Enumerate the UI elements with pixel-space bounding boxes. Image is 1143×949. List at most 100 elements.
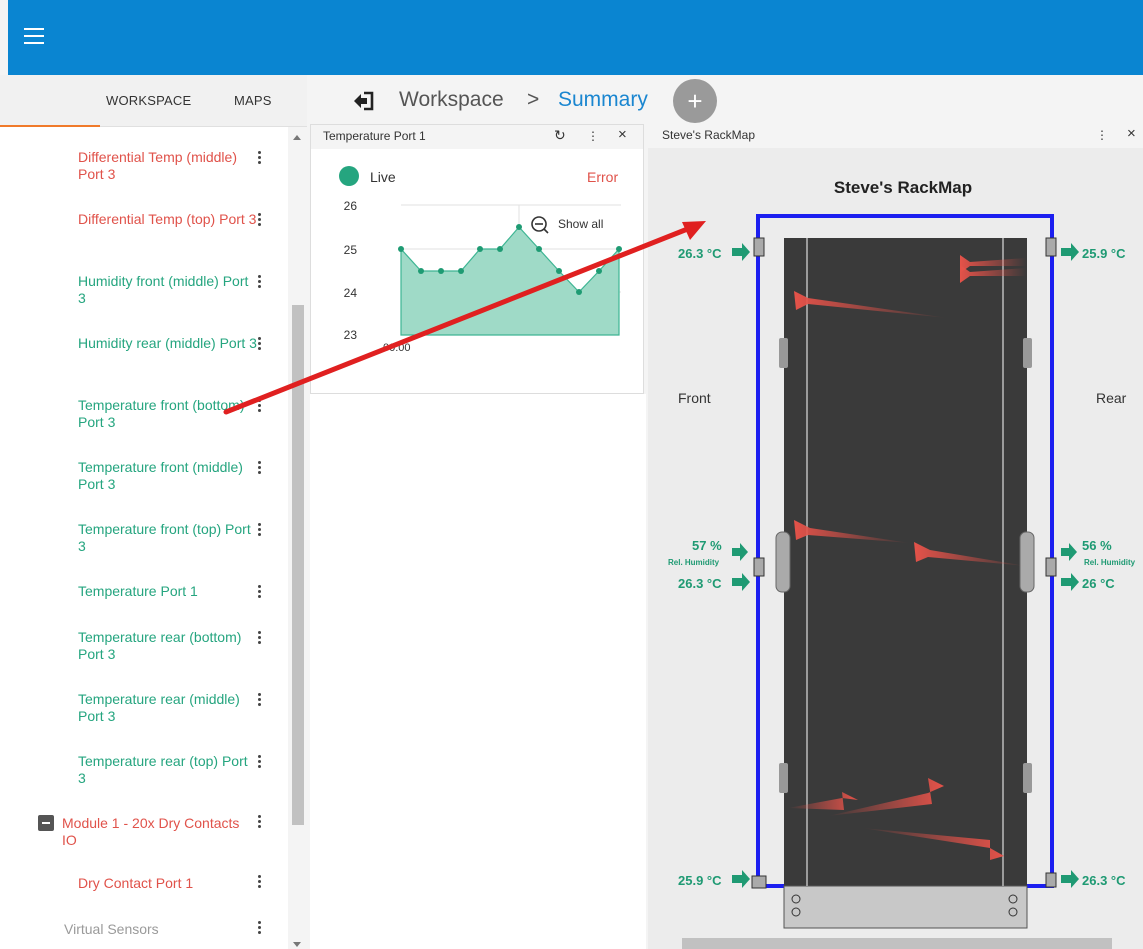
close-icon[interactable]: × <box>1127 125 1136 142</box>
rear-top-temp: 25.9 °C <box>1082 246 1126 261</box>
tree-item[interactable]: Temperature front (middle) Port 3 <box>78 459 258 493</box>
y-tick: 26 <box>344 199 358 213</box>
scroll-up-icon[interactable] <box>293 135 301 140</box>
y-tick: 24 <box>344 286 358 300</box>
tree-item[interactable]: Dry Contact Port 1 <box>78 875 258 892</box>
show-all-button: Show all <box>558 217 603 231</box>
add-button[interactable]: + <box>673 79 717 123</box>
arrow-right-icon <box>1061 573 1079 591</box>
rackmap-canvas: Steve's RackMap 26.3 °C 25.9 °C Front Re… <box>668 178 1136 929</box>
front-bottom-temp: 25.9 °C <box>678 873 722 888</box>
arrow-right-icon <box>1061 543 1077 561</box>
more-options-icon[interactable] <box>256 921 262 937</box>
left-tabs: WORKSPACE MAPS <box>0 75 307 127</box>
tree-item[interactable]: Temperature rear (middle) Port 3 <box>78 691 258 725</box>
back-icon[interactable] <box>350 90 376 112</box>
arrow-right-icon <box>732 243 750 261</box>
front-humidity: 57 % <box>692 538 722 553</box>
rackmap-title: Steve's RackMap <box>834 178 972 197</box>
more-options-icon[interactable] <box>256 693 262 709</box>
tree-item[interactable]: Temperature rear (top) Port 3 <box>78 753 258 787</box>
data-point <box>596 268 602 274</box>
door-handle <box>1019 531 1035 593</box>
sensor-tree: Differential Temp (middle) Port 3 Differ… <box>0 127 288 949</box>
app-header <box>8 0 1143 75</box>
tree-item[interactable]: Temperature rear (bottom) Port 3 <box>78 629 258 663</box>
y-tick: 25 <box>344 243 358 257</box>
rear-humidity-label: Rel. Humidity <box>1084 558 1136 567</box>
tree-item[interactable]: Humidity rear (middle) Port 3 <box>78 335 258 352</box>
data-point <box>497 246 503 252</box>
rear-mid-temp: 26 °C <box>1082 576 1115 591</box>
more-options-icon[interactable] <box>256 815 262 831</box>
tab-maps[interactable]: MAPS <box>234 93 272 108</box>
breadcrumb-workspace[interactable]: Workspace <box>399 88 504 112</box>
tree-item[interactable]: Differential Temp (middle) Port 3 <box>78 149 258 183</box>
data-point <box>576 289 582 295</box>
data-point <box>556 268 562 274</box>
x-tick: 00:00 <box>383 342 411 354</box>
temperature-chart: 26 25 24 23 00:00 Show all <box>344 199 622 354</box>
scroll-thumb[interactable] <box>292 305 304 825</box>
front-top-temp: 26.3 °C <box>678 246 722 261</box>
door-handle <box>775 531 791 593</box>
tree-item[interactable]: Humidity front (middle) Port 3 <box>78 273 258 307</box>
more-options-icon[interactable] <box>256 337 262 353</box>
more-options-icon[interactable] <box>256 523 262 539</box>
rear-humidity: 56 % <box>1082 538 1112 553</box>
widget-header: Steve's RackMap ⋮ × <box>648 124 1143 148</box>
tab-active-indicator[interactable] <box>0 75 100 127</box>
data-point <box>516 224 522 230</box>
tree-item[interactable]: Virtual Sensors <box>64 921 244 938</box>
widget-title: Temperature Port 1 <box>323 129 426 143</box>
close-icon[interactable]: × <box>618 126 627 143</box>
arrow-right-icon <box>732 573 750 591</box>
tab-workspace[interactable]: WORKSPACE <box>106 93 191 108</box>
more-options-icon[interactable] <box>256 151 262 167</box>
arrow-right-icon <box>732 543 748 561</box>
more-options-icon[interactable] <box>256 275 262 291</box>
rack-base <box>783 885 1028 929</box>
front-mid-temp: 26.3 °C <box>678 576 722 591</box>
collapse-icon[interactable] <box>38 815 54 831</box>
scroll-down-icon[interactable] <box>293 942 301 947</box>
more-options-icon[interactable]: ⋮ <box>1096 128 1108 142</box>
more-options-icon[interactable]: ⋮ <box>587 129 599 143</box>
more-options-icon[interactable] <box>256 631 262 647</box>
breadcrumb-summary: Summary <box>558 88 648 111</box>
refresh-icon[interactable]: ↻ <box>554 127 566 144</box>
tree-item[interactable]: Differential Temp (top) Port 3 <box>78 211 258 228</box>
tree-item[interactable]: Temperature front (bottom) Port 3 <box>78 397 258 431</box>
widget-title: Steve's RackMap <box>662 128 755 142</box>
rack-body <box>784 238 1027 888</box>
data-point <box>398 246 404 252</box>
tree-item[interactable]: Module 1 - 20x Dry Contacts IO <box>62 815 242 849</box>
front-label: Front <box>678 390 711 406</box>
more-options-icon[interactable] <box>256 213 262 229</box>
live-dot-icon <box>339 166 359 186</box>
rear-bottom-temp: 26.3 °C <box>1082 873 1126 888</box>
horizontal-scroll-thumb[interactable] <box>682 938 1112 949</box>
tree-scrollbar[interactable] <box>288 127 307 949</box>
tree-item[interactable]: Temperature Port 1 <box>78 583 258 600</box>
rear-label: Rear <box>1096 390 1127 406</box>
arrow-right-icon <box>732 870 750 888</box>
error-link[interactable]: Error <box>587 169 618 185</box>
workspace-empty-area <box>310 394 646 949</box>
data-point <box>536 246 542 252</box>
y-tick: 23 <box>344 328 358 342</box>
tree-item[interactable]: Temperature front (top) Port 3 <box>78 521 258 555</box>
data-point <box>458 268 464 274</box>
more-options-icon[interactable] <box>256 585 262 601</box>
live-status: Live <box>370 169 396 185</box>
data-point <box>418 268 424 274</box>
more-options-icon[interactable] <box>256 875 262 891</box>
more-options-icon[interactable] <box>256 461 262 477</box>
more-options-icon[interactable] <box>256 399 262 415</box>
left-panel: WORKSPACE MAPS Differential Temp (middle… <box>0 75 307 949</box>
front-humidity-label: Rel. Humidity <box>668 558 720 567</box>
widget-header: Temperature Port 1 ↻ ⋮ × <box>311 125 643 149</box>
more-options-icon[interactable] <box>256 755 262 771</box>
hamburger-menu-icon[interactable] <box>24 28 44 44</box>
arrow-right-icon <box>1061 243 1079 261</box>
